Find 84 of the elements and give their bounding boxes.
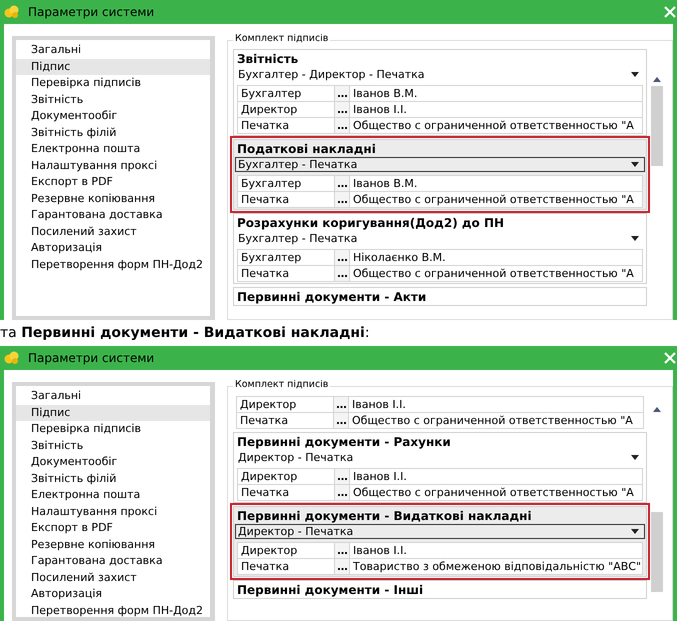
signature-set-dropdown[interactable]: Директор - Печатка <box>235 524 645 539</box>
sidebar-item[interactable]: Підпис <box>16 58 210 75</box>
sidebar-item[interactable]: Електронна пошта <box>16 487 210 504</box>
sidebar-item[interactable]: Звітність <box>16 92 210 108</box>
scroll-thumb[interactable] <box>651 86 663 166</box>
sidebar-item[interactable]: Налаштування проксі <box>16 158 210 174</box>
signer-cell-text: Общество с ограниченной ответственностью "А <box>351 413 634 428</box>
sidebar-item[interactable]: Експорт в PDF <box>16 520 210 536</box>
sidebar-item[interactable]: Перевірка підписів <box>16 75 210 92</box>
group-title: Звітність <box>236 51 300 67</box>
sidebar-item[interactable]: Налаштування проксі <box>16 504 210 520</box>
browse-button[interactable] <box>335 469 350 484</box>
sidebar-item[interactable]: Загальні <box>16 42 210 58</box>
sidebar-item[interactable]: Звітність <box>16 438 210 454</box>
sidebar-item[interactable]: Резервне копіювання <box>16 536 210 553</box>
signer-cell-text: Іванов І.І. <box>352 469 408 484</box>
browse-button[interactable] <box>335 543 350 558</box>
sidebar-item[interactable]: Авторизація <box>16 240 210 256</box>
window-title: Параметри системи <box>28 350 156 367</box>
sidebar-item[interactable]: Перетворення форм ПН-Дод2 <box>16 602 210 619</box>
sidebar-item[interactable]: Гарантована доставка <box>16 553 210 570</box>
group-title: Податкові накладні <box>236 141 377 157</box>
browse-button[interactable] <box>335 485 350 500</box>
group-title: Первинні документи - Рахунки <box>236 434 452 450</box>
signature-set-dropdown[interactable]: Бухгалтер - Печатка <box>235 157 645 172</box>
sidebar-item[interactable]: Резервне копіювання <box>16 190 210 207</box>
fieldset-legend: Комплект підписів <box>233 34 330 45</box>
sidebar-item[interactable]: Документообіг <box>16 454 210 470</box>
dropdown-arrow-icon <box>631 236 639 241</box>
browse-button[interactable] <box>335 250 350 265</box>
dropdown-arrow-icon <box>631 162 639 167</box>
signer-cell-text: Общество с ограниченной ответственностью "А <box>352 266 635 281</box>
sidebar-item[interactable]: Електронна пошта <box>16 141 210 158</box>
sidebar-item[interactable]: Перетворення форм ПН-Дод2 <box>16 256 210 273</box>
sidebar-item[interactable]: Посилений захист <box>16 224 210 240</box>
sidebar-item[interactable]: Авторизація <box>16 586 210 602</box>
fieldset-legend: Комплект підписів <box>233 380 330 391</box>
dropdown-arrow-icon <box>631 455 639 460</box>
scroll-up-icon[interactable] <box>653 407 661 412</box>
group-title: Первинні документи - Видаткові накладні <box>236 508 533 524</box>
app-icon <box>4 5 20 19</box>
signer-cell-text: Общество с ограниченной ответственностью "А <box>352 192 635 207</box>
sidebar-item[interactable]: Загальні <box>16 388 210 404</box>
sidebar-item[interactable]: Документообіг <box>16 108 210 124</box>
signer-cell-text: Ніколаєнко В.М. <box>352 250 447 265</box>
signer-cell-text: Іванов В.М. <box>352 176 418 191</box>
window-title: Параметри системи <box>28 4 156 21</box>
browse-button[interactable] <box>334 413 349 428</box>
sidebar-item[interactable]: Перевірка підписів <box>16 421 210 438</box>
close-icon[interactable] <box>664 6 676 18</box>
sidebar-item[interactable]: Звітність філій <box>16 124 210 141</box>
caption-text: та Первинні документи - Видаткові накладні: <box>0 324 370 342</box>
signature-set-dropdown[interactable]: Директор - Печатка <box>235 450 645 465</box>
browse-button[interactable] <box>335 176 350 191</box>
browse-button[interactable] <box>335 102 350 117</box>
browse-button[interactable] <box>335 266 350 281</box>
close-icon[interactable] <box>664 352 676 364</box>
dropdown-arrow-icon <box>631 529 639 534</box>
browse-button[interactable] <box>335 118 350 133</box>
group-title: Первинні документи - Акти <box>236 289 428 305</box>
sidebar-item[interactable]: Звітність філій <box>16 470 210 487</box>
signature-set-dropdown[interactable]: Бухгалтер - Печатка <box>235 231 645 246</box>
signer-cell-text: Іванов В.М. <box>352 86 418 101</box>
browse-button[interactable] <box>334 397 349 412</box>
group-title: Первинні документи - Інші <box>236 582 424 598</box>
sidebar-item[interactable]: Підпис <box>16 404 210 421</box>
app-icon <box>4 351 20 365</box>
browse-button[interactable] <box>335 559 350 574</box>
group-title: Розрахунки коригування(Дод2) до ПН <box>236 215 506 231</box>
sidebar-item[interactable]: Експорт в PDF <box>16 174 210 190</box>
signer-cell-text: Іванов І.І. <box>352 543 408 558</box>
signer-cell-text: Товариство з обмеженою відповідальністю "АВС" <box>352 559 642 574</box>
browse-button[interactable] <box>335 192 350 207</box>
signer-cell-text: Общество с ограниченной ответственностью "А <box>352 118 635 133</box>
signer-cell-text: Іванов І.І. <box>352 102 408 117</box>
signature-set-dropdown[interactable]: Бухгалтер - Директор - Печатка <box>235 67 645 82</box>
sidebar-item[interactable]: Посилений захист <box>16 570 210 586</box>
signer-cell-text: Общество с ограниченной ответственностью "А <box>352 485 635 500</box>
signer-cell-text: Іванов І.І. <box>351 397 407 412</box>
browse-button[interactable] <box>335 86 350 101</box>
sidebar-item[interactable]: Гарантована доставка <box>16 207 210 224</box>
scroll-thumb[interactable] <box>651 512 663 592</box>
scroll-up-icon[interactable] <box>653 77 661 82</box>
dropdown-arrow-icon <box>631 72 639 77</box>
